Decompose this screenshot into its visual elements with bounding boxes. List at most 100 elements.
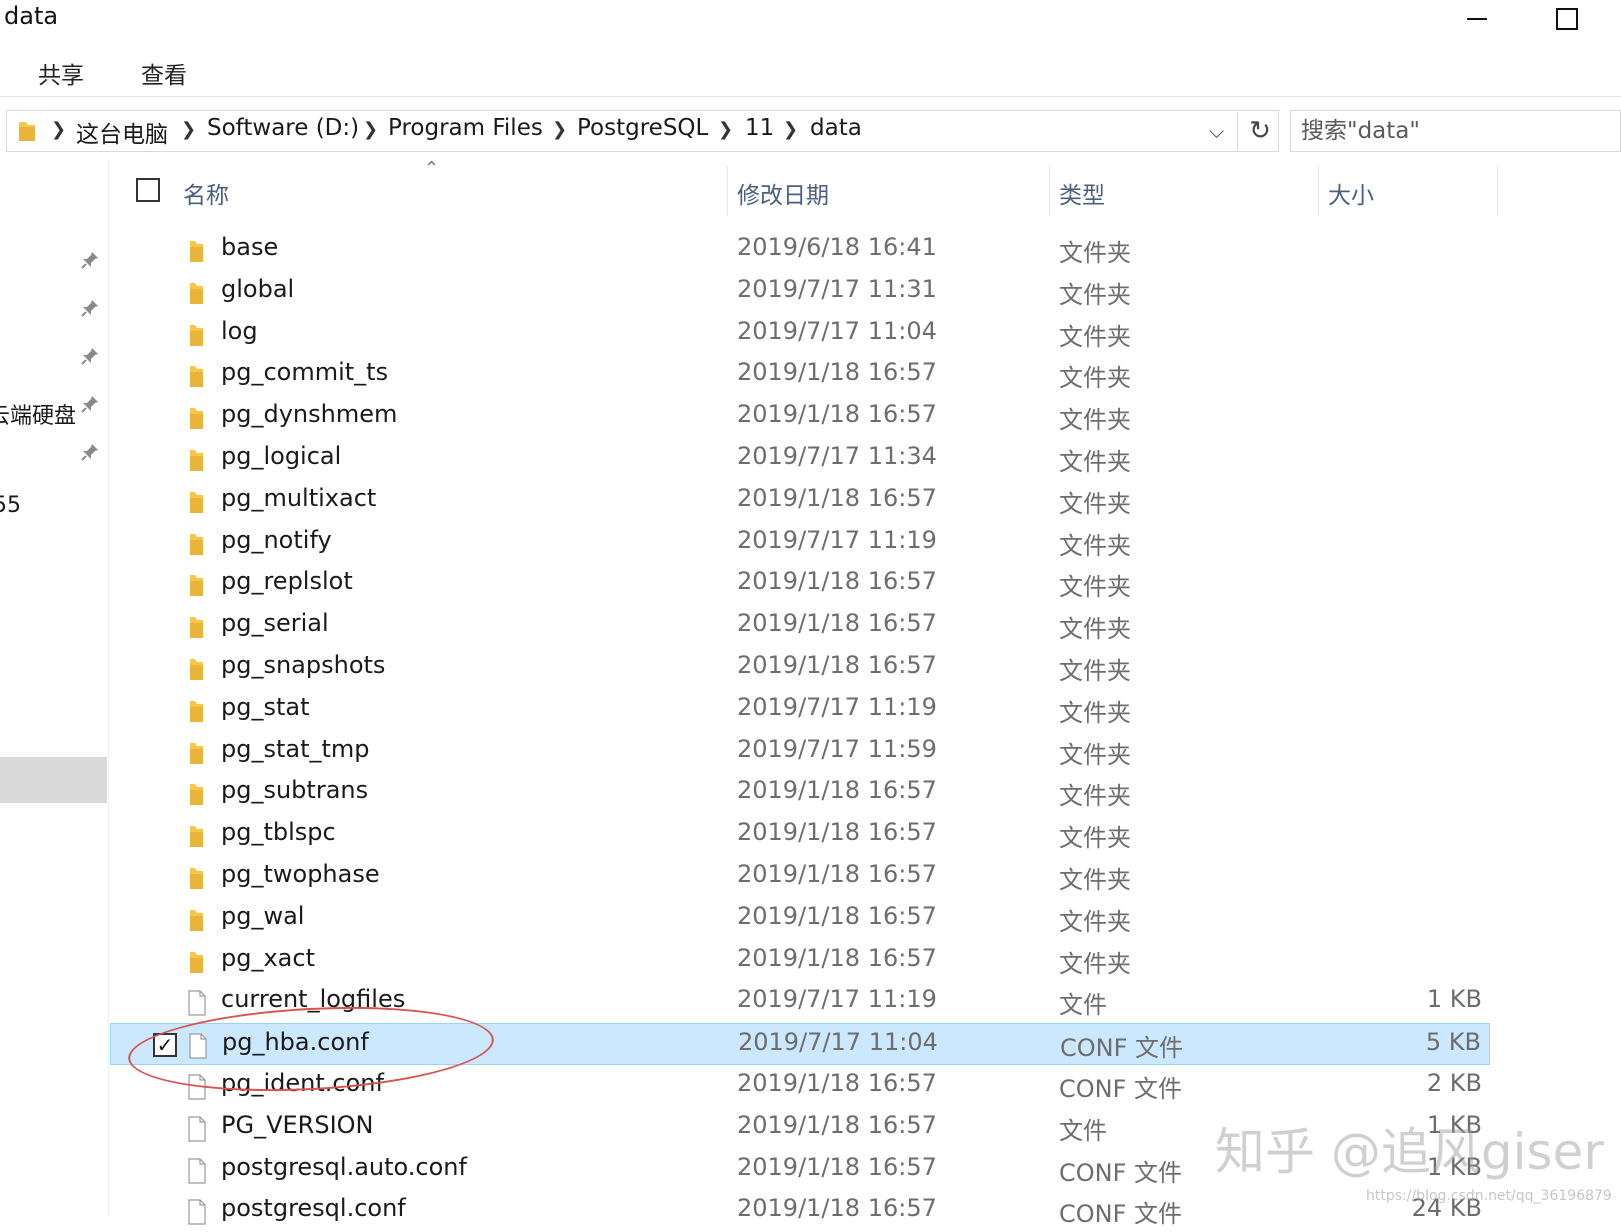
table-row[interactable]: pg_wal 2019/1/18 16:57 文件夹 [110,898,1490,940]
address-bar[interactable]: ❯ 这台电脑 ❯ Software (D:) ❯ Program Files ❯… [6,110,1279,152]
table-row[interactable]: pg_replslot 2019/1/18 16:57 文件夹 [110,563,1490,605]
file-name: pg_replslot [221,567,353,595]
column-separator[interactable] [1049,166,1050,216]
tab-share[interactable]: 共享 [38,56,84,90]
file-name: base [221,233,279,261]
chevron-right-icon[interactable]: ❯ [363,119,378,140]
file-date: 2019/7/17 11:19 [737,985,937,1013]
column-separator[interactable] [727,166,728,216]
table-row[interactable]: pg_snapshots 2019/1/18 16:57 文件夹 [110,647,1490,689]
file-date: 2019/1/18 16:57 [737,1069,937,1097]
file-type: 文件夹 [1059,657,1131,685]
sort-up-icon: ⌃ [424,158,440,179]
minimize-button[interactable] [1442,0,1512,38]
file-name: pg_wal [221,902,305,930]
file-date: 2019/7/17 11:34 [737,442,937,470]
chevron-right-icon[interactable]: ❯ [181,119,196,140]
file-date: 2019/7/17 11:04 [737,317,937,345]
file-date: 2019/1/18 16:57 [737,902,937,930]
pin-icon[interactable] [80,394,100,414]
pin-icon[interactable] [80,250,100,270]
folder-icon [190,952,203,973]
file-date: 2019/1/18 16:57 [737,400,937,428]
select-all-checkbox[interactable] [136,178,160,202]
chevron-down-icon[interactable]: ⌵ [1209,119,1224,143]
file-type: 文件夹 [1059,364,1131,392]
file-type: 文件夹 [1059,573,1131,601]
tab-view[interactable]: 查看 [141,56,187,90]
chevron-right-icon[interactable]: ❯ [783,119,798,140]
table-row[interactable]: pg_twophase 2019/1/18 16:57 文件夹 [110,856,1490,898]
folder-icon [190,617,203,638]
table-row[interactable]: pg_logical 2019/7/17 11:34 文件夹 [110,438,1490,480]
table-row[interactable]: base 2019/6/18 16:41 文件夹 [110,229,1490,271]
file-type: CONF 文件 [1059,1159,1183,1187]
nav-item-cloud-drive[interactable]: 云端硬盘 [0,398,76,430]
chevron-right-icon[interactable]: ❯ [51,119,66,140]
chevron-right-icon[interactable]: ❯ [718,119,733,140]
table-row[interactable]: global 2019/7/17 11:31 文件夹 [110,271,1490,313]
folder-icon [190,701,203,722]
table-row[interactable]: pg_commit_ts 2019/1/18 16:57 文件夹 [110,354,1490,396]
column-header-type[interactable]: 类型 [1059,176,1105,210]
table-row[interactable]: pg_subtrans 2019/1/18 16:57 文件夹 [110,772,1490,814]
watermark-text: 知乎 @追风giser [1215,1123,1604,1181]
file-date: 2019/1/18 16:57 [737,860,937,888]
folder-icon [190,743,203,764]
search-input[interactable] [1291,111,1620,151]
file-name: global [221,275,295,303]
file-name: pg_stat [221,693,310,721]
folder-icon [190,325,203,346]
file-name: pg_subtrans [221,776,369,804]
file-name: pg_xact [221,944,315,972]
table-row[interactable]: pg_tblspc 2019/1/18 16:57 文件夹 [110,814,1490,856]
table-row[interactable]: pg_notify 2019/7/17 11:19 文件夹 [110,522,1490,564]
file-name: postgresql.conf [221,1194,406,1222]
folder-icon [190,784,203,805]
search-box[interactable] [1290,110,1621,152]
breadcrumb-11[interactable]: 11 [745,115,774,141]
file-type: 文件夹 [1059,950,1131,978]
column-header-name[interactable]: 名称 [183,176,229,210]
file-type: 文件夹 [1059,782,1131,810]
refresh-button[interactable]: ↻ [1240,110,1280,152]
navigation-pane [0,160,108,1216]
file-type: CONF 文件 [1060,1034,1184,1062]
pin-icon[interactable] [80,298,100,318]
pin-icon[interactable] [80,346,100,366]
breadcrumb-software-d[interactable]: Software (D:) [207,115,359,141]
file-name: pg_snapshots [221,651,386,679]
file-date: 2019/1/18 16:57 [737,1111,937,1139]
refresh-icon: ↻ [1249,116,1271,146]
chevron-right-icon[interactable]: ❯ [552,119,567,140]
column-separator[interactable] [1497,166,1498,216]
table-row[interactable]: pg_multixact 2019/1/18 16:57 文件夹 [110,480,1490,522]
maximize-button[interactable] [1532,0,1602,38]
file-date: 2019/1/18 16:57 [737,1153,937,1181]
column-separator[interactable] [1318,166,1319,216]
table-row[interactable]: pg_serial 2019/1/18 16:57 文件夹 [110,605,1490,647]
column-header-size[interactable]: 大小 [1328,176,1374,210]
breadcrumb-this-pc[interactable]: 这台电脑 [76,115,168,149]
table-row[interactable]: postgresql.conf 2019/1/18 16:57 CONF 文件 24 … [110,1190,1490,1232]
folder-icon [190,910,203,931]
table-row[interactable]: pg_stat 2019/7/17 11:19 文件夹 [110,689,1490,731]
pin-icon[interactable] [80,442,100,462]
file-type: 文件夹 [1059,239,1131,267]
breadcrumb-postgresql[interactable]: PostgreSQL [577,115,708,141]
table-row[interactable]: pg_stat_tmp 2019/7/17 11:59 文件夹 [110,731,1490,773]
file-date: 2019/7/17 11:31 [737,275,937,303]
table-row[interactable]: pg_xact 2019/1/18 16:57 文件夹 [110,940,1490,982]
breadcrumb-data[interactable]: data [810,115,862,141]
breadcrumb-program-files[interactable]: Program Files [388,115,543,141]
table-row[interactable]: pg_dynshmem 2019/1/18 16:57 文件夹 [110,396,1490,438]
table-row[interactable]: log 2019/7/17 11:04 文件夹 [110,313,1490,355]
column-header-date[interactable]: 修改日期 [737,176,829,210]
file-name: pg_logical [221,442,342,470]
file-name: pg_stat_tmp [221,735,370,763]
file-name: PG_VERSION [221,1111,374,1139]
nav-item-selected[interactable] [0,757,107,803]
file-date: 2019/1/18 16:57 [737,609,937,637]
nav-item-55[interactable]: 55 [0,493,21,518]
file-date: 2019/1/18 16:57 [737,484,937,512]
